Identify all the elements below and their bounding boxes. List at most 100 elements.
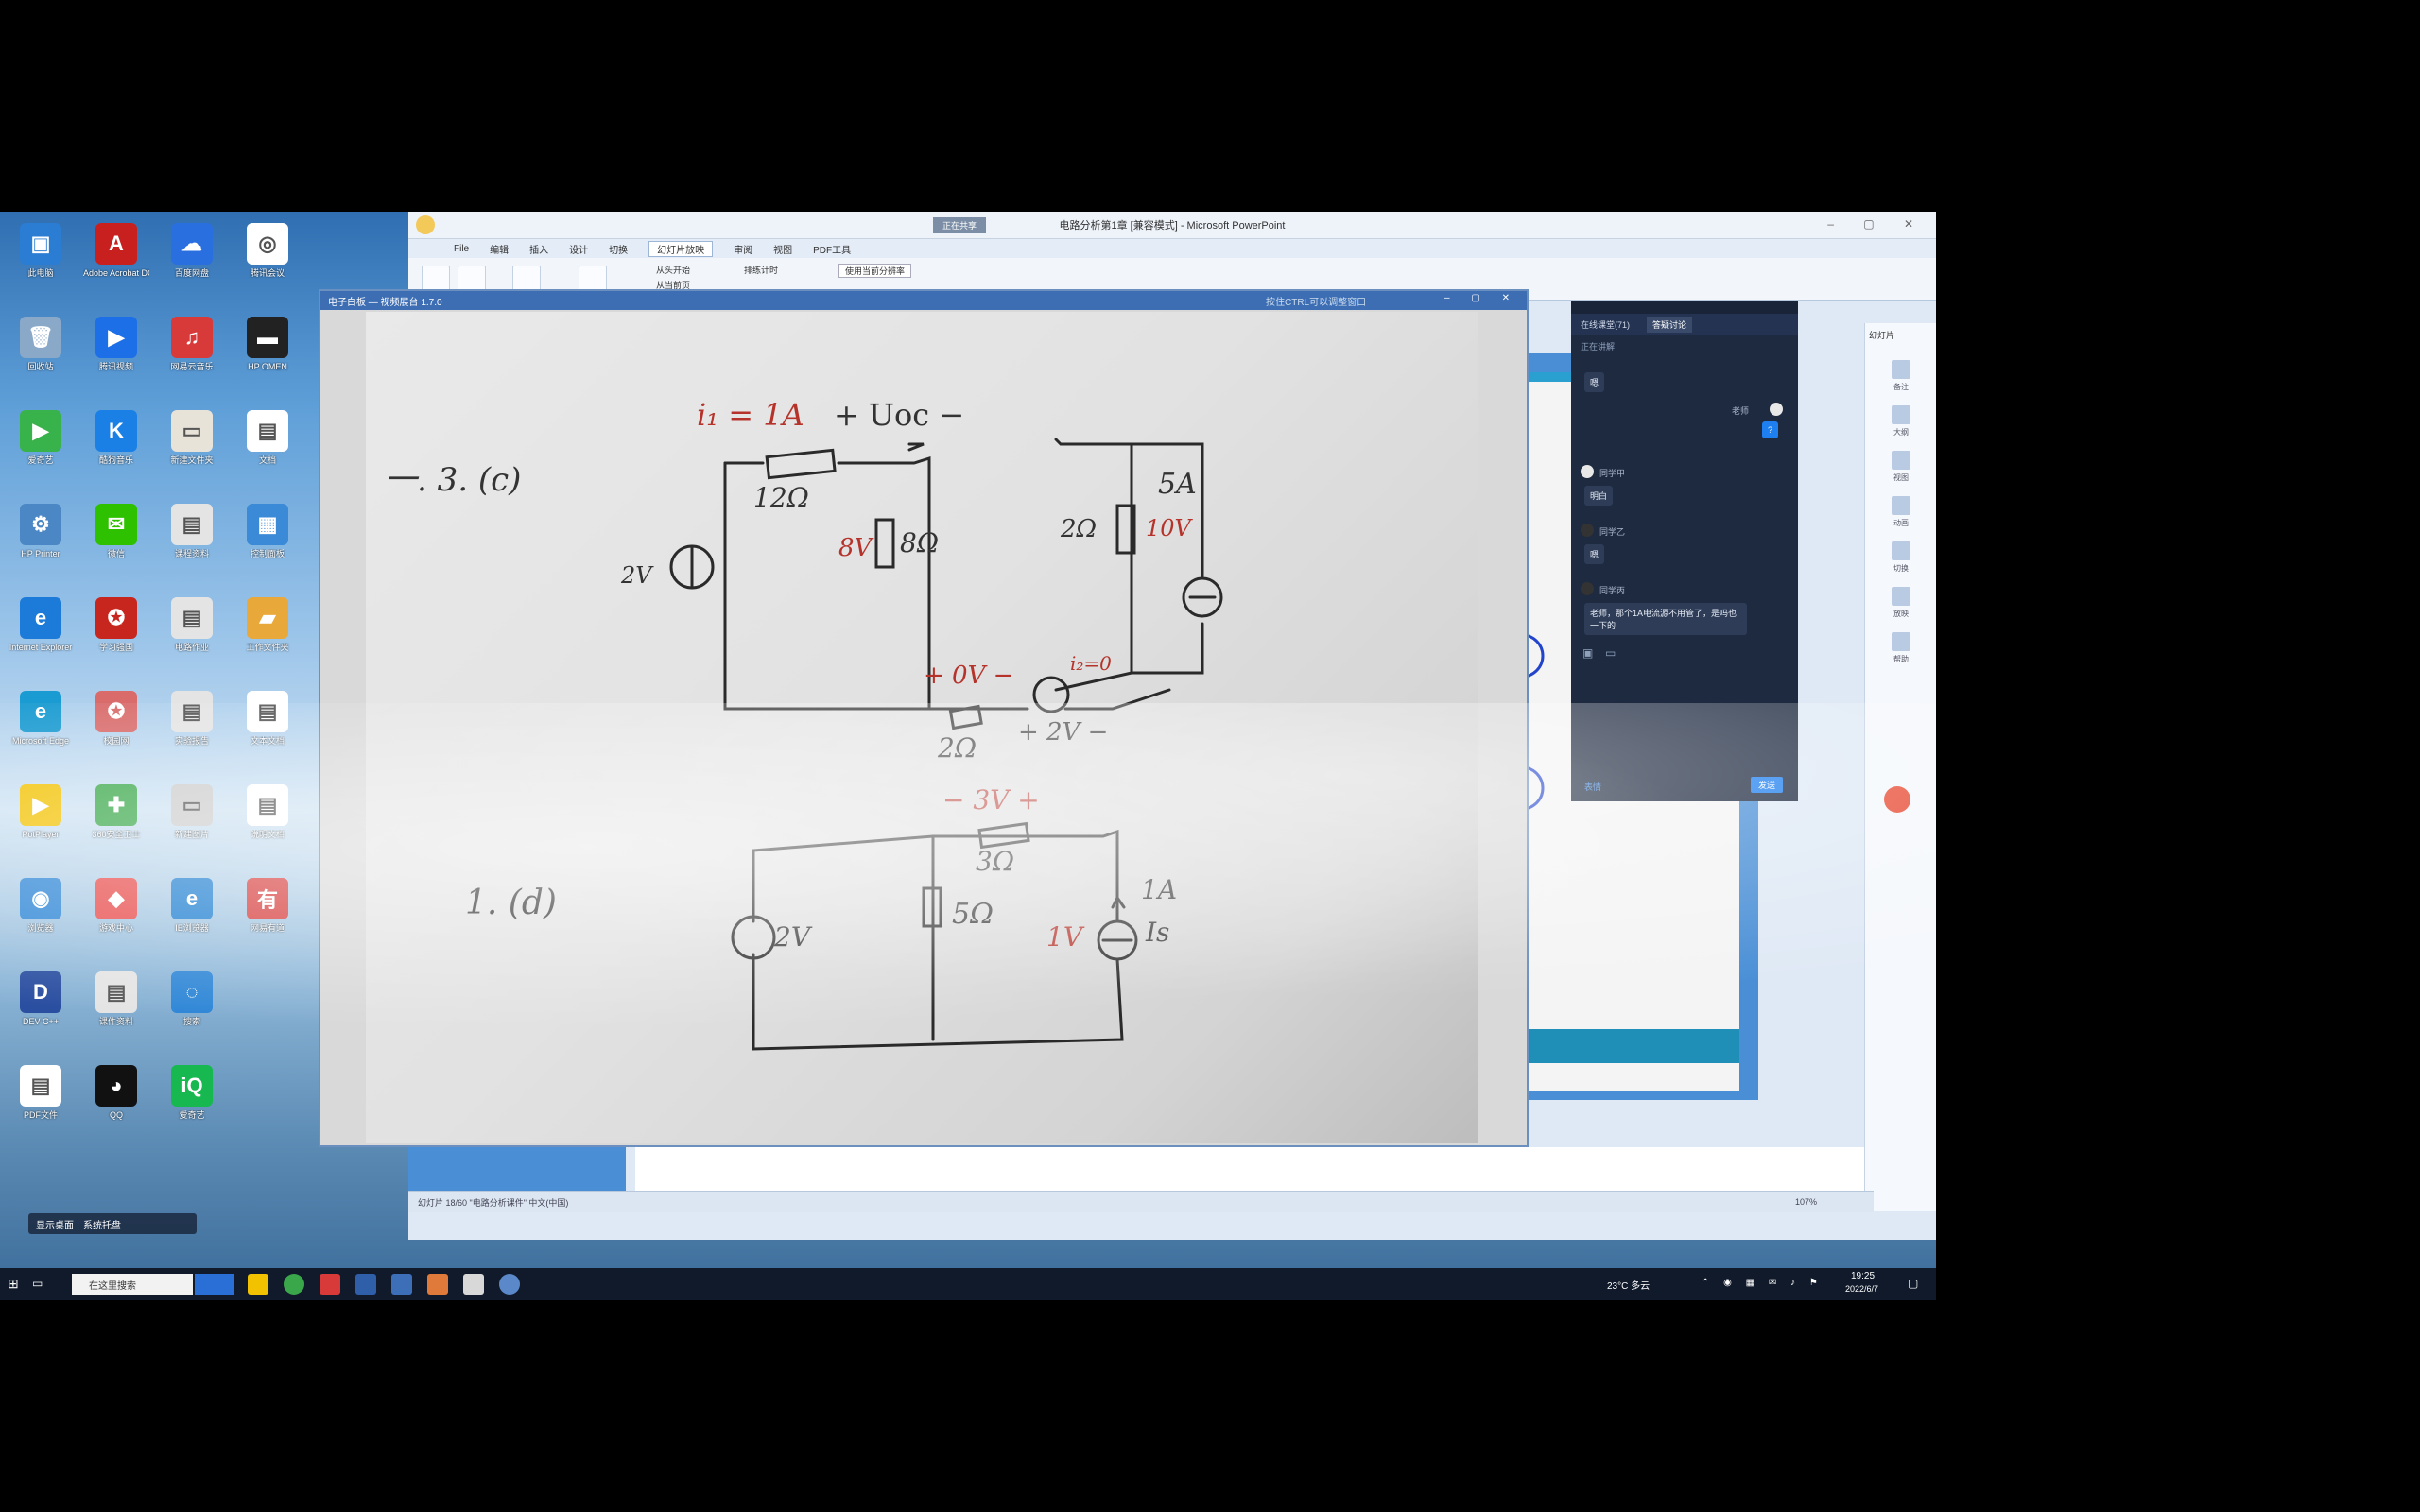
desktop-icon[interactable]: ◌ 搜索 <box>159 968 225 1055</box>
chat-message-4: 老师，那个1A电流源不用管了，是吗也一下的 <box>1584 603 1747 635</box>
desktop-icon[interactable]: 🗑 回收站 <box>8 313 74 400</box>
desktop-icon[interactable]: ▤ PDF文件 <box>8 1061 74 1148</box>
desktop-icon[interactable]: ▤ 实验报告 <box>159 687 225 774</box>
mail-icon[interactable] <box>355 1274 376 1295</box>
weather-text[interactable]: 23°C 多云 <box>1607 1278 1650 1292</box>
chrome-icon[interactable] <box>284 1274 304 1295</box>
desktop-icon[interactable]: ▶ 爱奇艺 <box>8 406 74 493</box>
system-tray-label[interactable]: 系统托盘 <box>83 1217 121 1231</box>
desktop-icon[interactable]: ✚ 360安全卫士 <box>83 781 149 868</box>
video-app-icon[interactable] <box>320 1274 340 1295</box>
notification-icon[interactable]: ▢ <box>1908 1277 1918 1290</box>
ribbon-button-4[interactable] <box>579 266 607 292</box>
desktop-icon[interactable]: iQ 爱奇艺 <box>159 1061 225 1148</box>
resolution-select[interactable]: 使用当前分辨率 <box>838 264 912 278</box>
desktop-icon[interactable]: ▭ 新建图片 <box>159 781 225 868</box>
desktop-icon[interactable]: A Adobe Acrobat DC <box>83 219 149 306</box>
desktop-icon[interactable]: D DEV C++ <box>8 968 74 1055</box>
camera-window-controls-icon[interactable]: – ▢ ✕ <box>1444 293 1519 303</box>
desktop-icon[interactable]: 有网易有道 <box>234 874 301 961</box>
window-controls-icon[interactable]: – ▢ ✕ <box>1827 217 1927 231</box>
whiteboard-icon[interactable] <box>463 1274 484 1295</box>
desktop-icon[interactable]: K 酷狗音乐 <box>83 406 149 493</box>
system-tray-icons[interactable]: ⌃ ◉ ▦ ✉ ♪ ⚑ <box>1702 1278 1824 1288</box>
windows-start-icon[interactable]: ⊞ <box>8 1276 23 1291</box>
side-panel-item-label: 视图 <box>1893 473 1909 482</box>
desktop-icon[interactable]: ▶ PotPlayer <box>8 781 74 868</box>
desktop-icon[interactable]: ▤ 文本文档 <box>234 687 301 774</box>
desktop-icon[interactable]: ▤ 课件资料 <box>83 968 149 1055</box>
ppt-menu-item[interactable]: 幻灯片放映 <box>648 240 714 257</box>
desktop-icon[interactable]: ⚙ HP Printer <box>8 500 74 587</box>
desktop-mini-toolbar[interactable]: 显示桌面 系统托盘 <box>28 1213 197 1234</box>
side-panel-item[interactable]: 切换 <box>1882 541 1920 574</box>
side-panel-item[interactable]: 备注 <box>1882 360 1920 392</box>
slide-thumbnail[interactable] <box>408 1147 626 1191</box>
ribbon-button-3[interactable] <box>512 266 541 292</box>
word-icon[interactable] <box>391 1274 412 1295</box>
desktop-icon[interactable]: ▤ 说明文档 <box>234 781 301 868</box>
desktop-icon[interactable]: ▰ 工作文件夹 <box>234 593 301 680</box>
clock-time[interactable]: 19:25 <box>1851 1271 1875 1281</box>
desktop-icon[interactable]: ▬ HP OMEN <box>234 313 301 400</box>
ppt-menu-item[interactable]: 插入 <box>529 242 548 256</box>
ribbon-text-1[interactable]: 从头开始 <box>656 264 690 276</box>
desktop-icon[interactable]: ◉ 浏览器 <box>8 874 74 961</box>
app-icon: ▣ <box>20 223 61 265</box>
desktop-icon[interactable]: ✉ 微信 <box>83 500 149 587</box>
taskbar-app-active[interactable] <box>195 1274 234 1295</box>
desktop-icon[interactable]: ▣ 此电脑 <box>8 219 74 306</box>
desktop-icon[interactable]: ▤ 课程资料 <box>159 500 225 587</box>
clock-date[interactable]: 2022/6/7 <box>1845 1284 1878 1294</box>
desktop-icon[interactable]: ◆ 游戏中心 <box>83 874 149 961</box>
gift-icon[interactable] <box>1884 786 1910 813</box>
taskbar-search-box[interactable]: 在这里搜索 <box>72 1274 193 1295</box>
chat-tab-classroom[interactable]: 在线课堂(71) <box>1581 318 1630 331</box>
chat-emoji-button[interactable]: 表情 <box>1584 781 1601 793</box>
ppt-menu-item[interactable]: 审阅 <box>734 242 752 256</box>
desktop-icon[interactable]: ▭ 新建文件夹 <box>159 406 225 493</box>
chat-tab-qa[interactable]: 答疑讨论 <box>1647 316 1693 333</box>
ribbon-button-1[interactable] <box>422 266 450 292</box>
desktop-icon[interactable]: ♫ 网易云音乐 <box>159 313 225 400</box>
side-panel-item[interactable]: 放映 <box>1882 587 1920 619</box>
desktop-icon[interactable]: ✪ 学习强国 <box>83 593 149 680</box>
ppt-menu-item[interactable]: 编辑 <box>490 242 509 256</box>
side-panel-item[interactable]: 帮助 <box>1882 632 1920 664</box>
desktop-icon[interactable]: e Internet Explorer <box>8 593 74 680</box>
ppt-menu-item[interactable]: 切换 <box>609 242 628 256</box>
ribbon-button-2[interactable] <box>458 266 486 292</box>
powerpoint-icon[interactable] <box>427 1274 448 1295</box>
chat-send-button[interactable]: 发送 <box>1751 777 1784 793</box>
desktop-icon-label: Internet Explorer <box>9 643 73 652</box>
side-panel-icon <box>1892 405 1910 424</box>
task-view-icon[interactable]: ▭ <box>32 1277 43 1290</box>
image-icon[interactable]: ▣ <box>1582 646 1593 660</box>
folder-icon[interactable]: ▭ <box>1605 646 1616 660</box>
desktop-icon[interactable]: e Microsoft Edge <box>8 687 74 774</box>
notes-pane[interactable] <box>635 1147 1864 1191</box>
desktop-icon[interactable]: ▤ 电路作业 <box>159 593 225 680</box>
desktop-icon[interactable]: ✪ 校园网 <box>83 687 149 774</box>
side-panel-item[interactable]: 大纲 <box>1882 405 1920 438</box>
desktop-icon[interactable]: e IE浏览器 <box>159 874 225 961</box>
ppt-menu-item[interactable]: File <box>454 244 469 254</box>
office-logo-icon[interactable] <box>416 215 435 234</box>
desktop-icon[interactable]: ▦ 控制面板 <box>234 500 301 587</box>
desktop-icon[interactable]: ☁ 百度网盘 <box>159 219 225 306</box>
file-explorer-icon[interactable] <box>248 1274 268 1295</box>
desktop-icon-label: 新建文件夹 <box>170 455 214 465</box>
ribbon-text-3[interactable]: 排练计时 <box>744 264 778 276</box>
side-panel-item[interactable]: 动画 <box>1882 496 1920 528</box>
desktop-icon[interactable]: ▤ 文档 <box>234 406 301 493</box>
ppt-menu-item[interactable]: 视图 <box>773 242 792 256</box>
show-desktop-label[interactable]: 显示桌面 <box>36 1217 74 1231</box>
desktop-icon[interactable]: ◎ 腾讯会议 <box>234 219 301 306</box>
desktop-icon[interactable]: ◕ QQ <box>83 1061 149 1148</box>
side-panel-item[interactable]: 视图 <box>1882 451 1920 483</box>
ppt-menu-item[interactable]: PDF工具 <box>813 242 851 256</box>
ppt-menu-item[interactable]: 设计 <box>569 242 588 256</box>
zoom-level[interactable]: 107% <box>1795 1197 1817 1207</box>
desktop-icon[interactable]: ▶ 腾讯视频 <box>83 313 149 400</box>
meeting-app-icon[interactable] <box>499 1274 520 1295</box>
